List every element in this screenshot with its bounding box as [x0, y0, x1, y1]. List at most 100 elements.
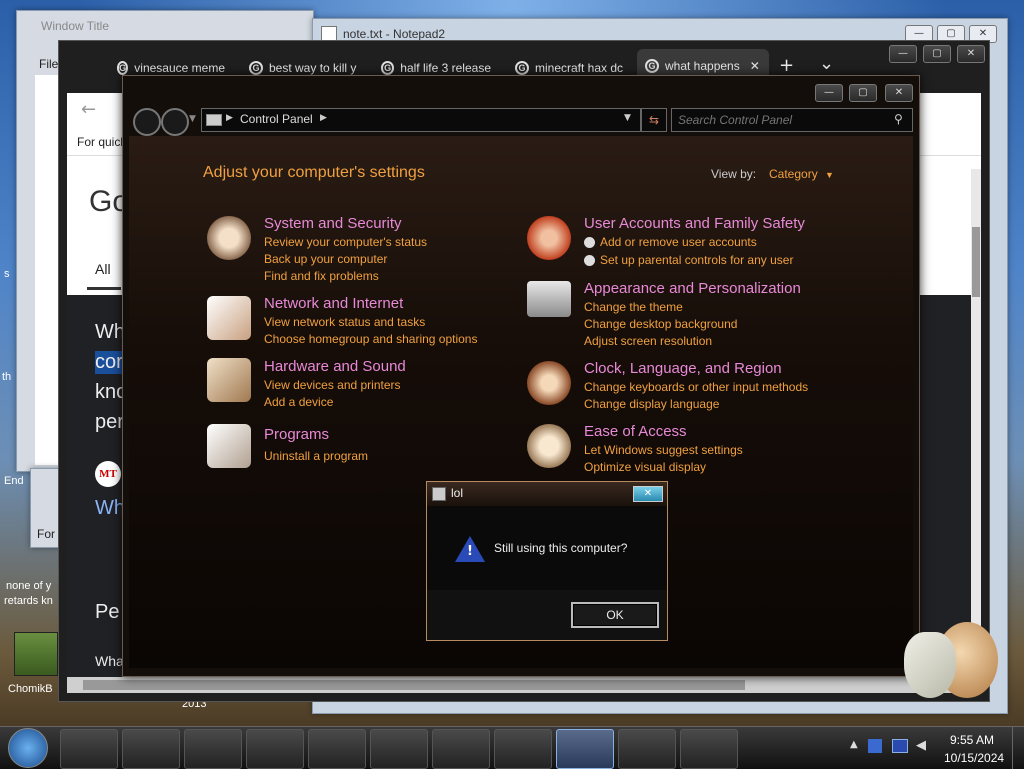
- desktop-text-end: End: [4, 475, 24, 487]
- link-review-status[interactable]: Review your computer's status: [264, 235, 427, 249]
- clock-language-icon[interactable]: [527, 361, 571, 405]
- tray-icon[interactable]: [868, 739, 882, 753]
- result-link[interactable]: Wh: [95, 497, 125, 520]
- link-windows-suggest[interactable]: Let Windows suggest settings: [584, 443, 743, 457]
- link-devices-printers[interactable]: View devices and printers: [264, 378, 401, 392]
- dialog-message: Still using this computer?: [494, 541, 628, 555]
- view-by-dropdown[interactable]: Category ▼: [769, 167, 834, 181]
- tray-expand-icon[interactable]: ▲: [850, 739, 858, 750]
- category-system-security[interactable]: System and Security: [264, 215, 402, 232]
- link-back-up[interactable]: Back up your computer: [264, 252, 387, 266]
- taskbar: ▲ ◀ 9:55 AM 10/15/2024: [0, 726, 1024, 769]
- appearance-icon[interactable]: [527, 281, 571, 317]
- all-tab[interactable]: All: [95, 261, 111, 277]
- new-tab-button[interactable]: +: [779, 55, 794, 76]
- category-clock-language[interactable]: Clock, Language, and Region: [584, 360, 782, 377]
- category-ease-of-access[interactable]: Ease of Access: [584, 423, 687, 440]
- view-by-value: Category: [769, 167, 818, 181]
- taskbar-item-calculator[interactable]: [556, 729, 614, 769]
- link-homegroup[interactable]: Choose homegroup and sharing options: [264, 332, 477, 346]
- for-quick-text: For quick: [77, 135, 127, 149]
- desktop-mascot[interactable]: [904, 612, 1004, 708]
- scrollbar-thumb[interactable]: [972, 227, 980, 297]
- ease-of-access-icon[interactable]: [527, 424, 571, 468]
- google-icon: G: [117, 61, 129, 75]
- tab-menu-button[interactable]: ⌄: [819, 53, 834, 74]
- category-appearance[interactable]: Appearance and Personalization: [584, 280, 801, 297]
- taskbar-item-browser[interactable]: [246, 729, 304, 769]
- folder-icon: [206, 114, 222, 126]
- taskbar-item-media[interactable]: [122, 729, 180, 769]
- dialog-title: lol: [451, 486, 464, 500]
- link-add-remove-users[interactable]: Add or remove user accounts: [600, 235, 757, 249]
- link-change-theme[interactable]: Change the theme: [584, 300, 683, 314]
- scrollbar-thumb[interactable]: [83, 680, 745, 690]
- user-accounts-icon[interactable]: [527, 216, 571, 260]
- taskbar-item-app[interactable]: [494, 729, 552, 769]
- link-optimize-display[interactable]: Optimize visual display: [584, 460, 706, 474]
- ok-button[interactable]: OK: [571, 602, 659, 628]
- address-bar[interactable]: ▶ Control Panel ▶ ▼: [201, 108, 641, 132]
- refresh-button[interactable]: ⇆: [641, 108, 667, 132]
- clock-date[interactable]: 10/15/2024: [944, 751, 1004, 765]
- show-desktop-button[interactable]: [1012, 727, 1024, 769]
- browser-minimize-button[interactable]: —: [889, 45, 917, 63]
- category-programs[interactable]: Programs: [264, 426, 329, 443]
- google-icon: G: [515, 61, 529, 75]
- cp-maximize-button[interactable]: ▢: [849, 84, 877, 102]
- link-uninstall[interactable]: Uninstall a program: [264, 449, 368, 463]
- section-heading: Pe: [95, 601, 120, 623]
- tray-display-icon[interactable]: [892, 739, 908, 753]
- taskbar-item-app[interactable]: [432, 729, 490, 769]
- start-button[interactable]: [8, 728, 48, 768]
- taskbar-item-app[interactable]: [370, 729, 428, 769]
- browser-close-button[interactable]: ✕: [957, 45, 985, 63]
- search-icon[interactable]: ⚲: [894, 112, 903, 126]
- clock-time[interactable]: 9:55 AM: [950, 733, 994, 747]
- taskbar-item-control-panel[interactable]: [618, 729, 676, 769]
- volume-icon[interactable]: ◀: [916, 738, 926, 753]
- breadcrumb-arrow-icon[interactable]: ▶: [320, 113, 327, 123]
- browser-maximize-button[interactable]: ▢: [923, 45, 951, 63]
- search-input[interactable]: [676, 111, 886, 129]
- back-button[interactable]: [133, 108, 161, 136]
- category-hardware-sound[interactable]: Hardware and Sound: [264, 358, 406, 375]
- dialog-close-button[interactable]: ✕: [633, 486, 663, 502]
- link-network-status[interactable]: View network status and tasks: [264, 315, 425, 329]
- link-find-fix[interactable]: Find and fix problems: [264, 269, 379, 283]
- programs-icon[interactable]: [207, 424, 251, 468]
- file-menu[interactable]: File: [39, 57, 58, 71]
- message-dialog[interactable]: lol ✕ ! Still using this computer? OK: [426, 481, 668, 641]
- tab-close-icon[interactable]: ✕: [750, 59, 760, 73]
- tab-label: vinesauce meme: [134, 61, 225, 75]
- desktop-text-th: th: [2, 371, 12, 383]
- horizontal-scrollbar[interactable]: [67, 677, 971, 693]
- taskbar-item-app[interactable]: [680, 729, 738, 769]
- cp-close-button[interactable]: ✕: [885, 84, 913, 102]
- dialog-titlebar[interactable]: lol ✕: [427, 482, 667, 506]
- cp-minimize-button[interactable]: —: [815, 84, 843, 102]
- link-desktop-background[interactable]: Change desktop background: [584, 317, 737, 331]
- hardware-sound-icon[interactable]: [207, 358, 251, 402]
- address-dropdown-icon[interactable]: ▼: [624, 113, 631, 123]
- back-arrow-icon[interactable]: ←: [81, 99, 96, 120]
- system-security-icon[interactable]: [207, 216, 251, 260]
- taskbar-item-notepad[interactable]: [308, 729, 366, 769]
- breadcrumb-arrow-icon[interactable]: ▶: [226, 113, 233, 123]
- breadcrumb[interactable]: Control Panel: [240, 112, 313, 126]
- taskbar-item-explorer[interactable]: [60, 729, 118, 769]
- link-keyboards[interactable]: Change keyboards or other input methods: [584, 380, 808, 394]
- history-dropdown-icon[interactable]: ▼: [189, 114, 196, 124]
- link-parental-controls[interactable]: Set up parental controls for any user: [600, 253, 793, 267]
- desktop-icon-chomik[interactable]: [14, 632, 58, 676]
- network-icon[interactable]: [207, 296, 251, 340]
- search-box[interactable]: ⚲: [671, 108, 913, 132]
- link-display-language[interactable]: Change display language: [584, 397, 719, 411]
- category-network[interactable]: Network and Internet: [264, 295, 403, 312]
- link-screen-resolution[interactable]: Adjust screen resolution: [584, 334, 712, 348]
- link-add-device[interactable]: Add a device: [264, 395, 333, 409]
- forward-button[interactable]: [161, 108, 189, 136]
- result-line: Wha: [95, 653, 124, 669]
- category-user-accounts[interactable]: User Accounts and Family Safety: [584, 215, 805, 232]
- taskbar-item-app[interactable]: [184, 729, 242, 769]
